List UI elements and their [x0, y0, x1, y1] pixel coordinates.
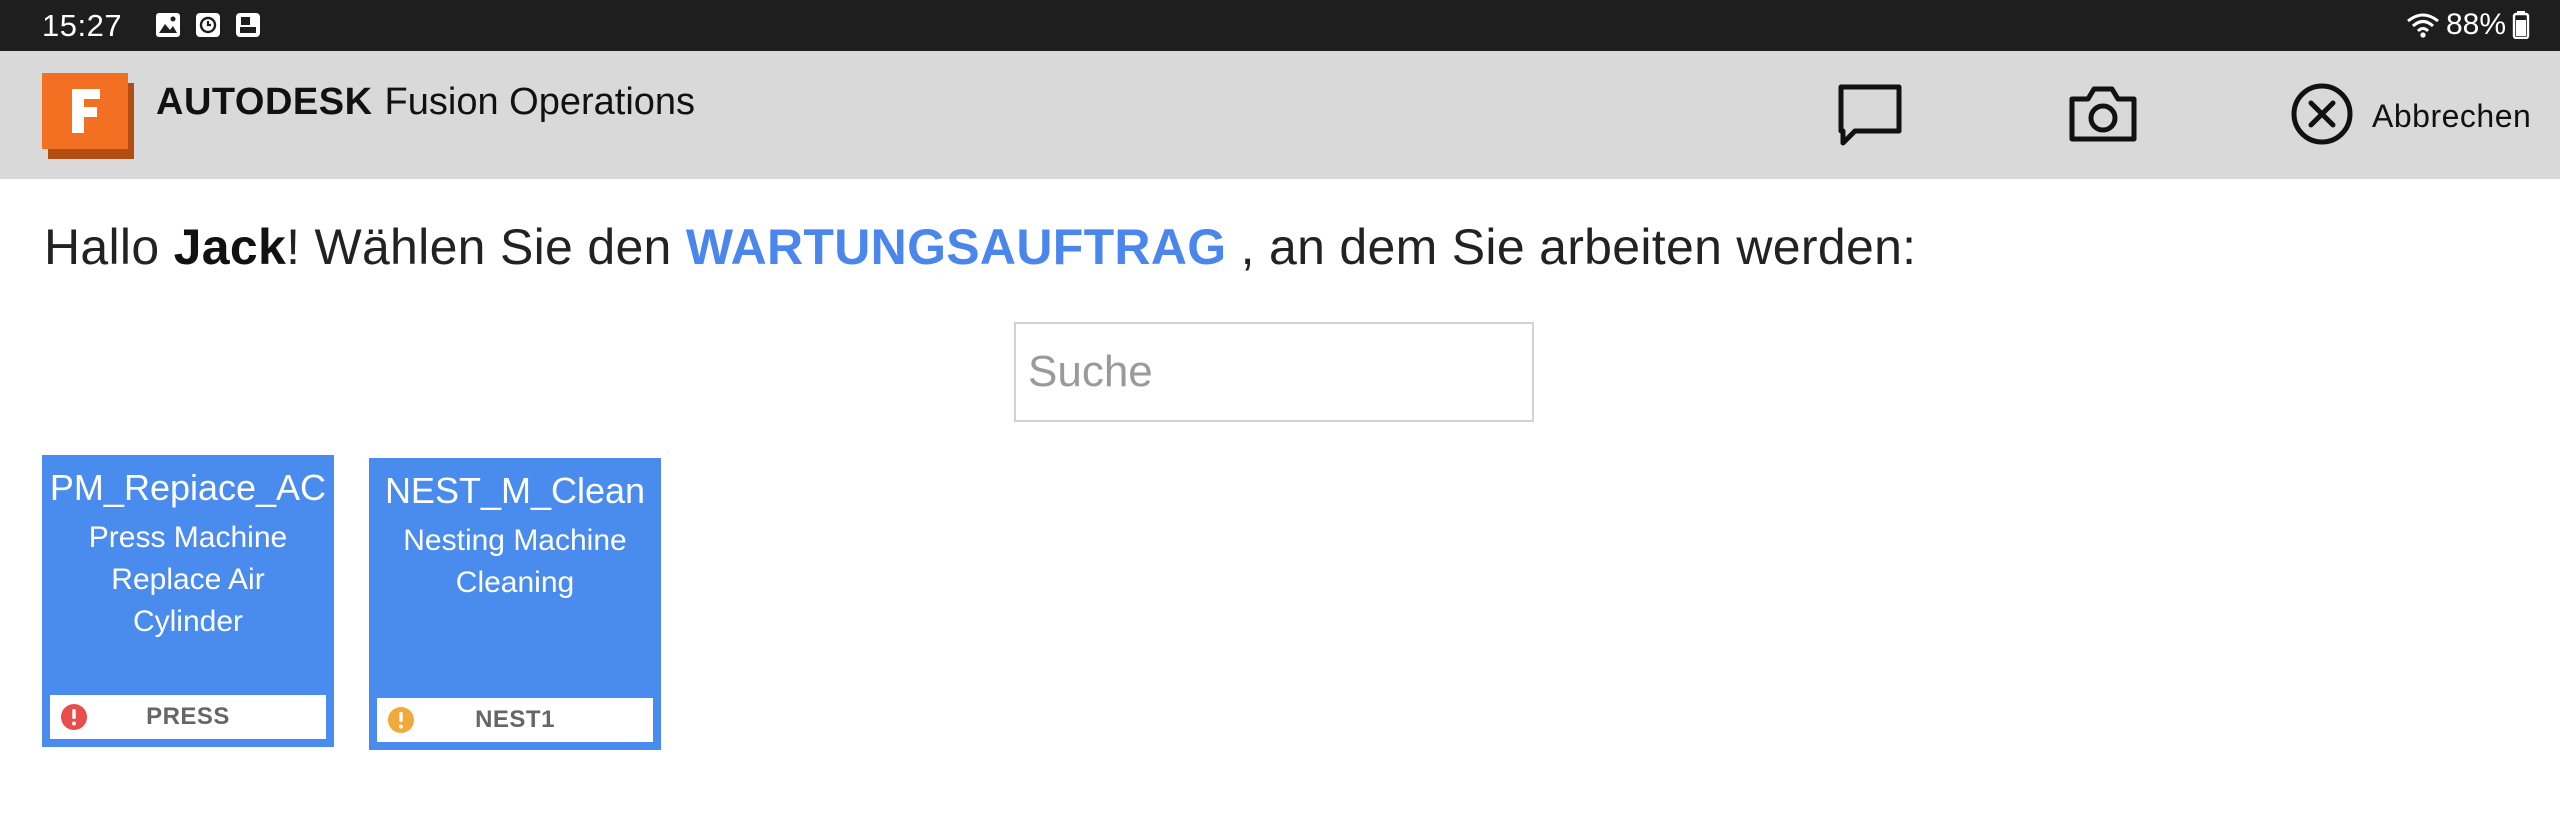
work-order-code: NEST_M_Clean	[384, 470, 646, 511]
clock-icon	[195, 12, 221, 38]
work-order-footer: NEST1	[377, 698, 653, 742]
greeting-user: Jack	[173, 219, 287, 275]
status-right: 88%	[2406, 8, 2530, 42]
fusion-logo-icon	[42, 73, 136, 159]
greeting-middle: ! Wählen Sie den	[286, 219, 686, 275]
battery-percent: 88%	[2445, 8, 2506, 41]
status-time: 15:27	[42, 8, 123, 43]
app-header: AUTODESK Fusion Operations Abbrechen	[0, 51, 2560, 179]
wifi-icon	[2406, 11, 2440, 39]
work-order-card[interactable]: PM_Repiace_AC Press Machine Replace Air …	[42, 455, 334, 747]
work-order-description: Press Machine Replace Air Cylinder	[88, 521, 288, 638]
work-order-footer: PRESS	[50, 695, 326, 739]
notification-icons	[155, 12, 261, 38]
screenshot-icon	[235, 12, 261, 38]
brand-autodesk: AUTODESK	[156, 81, 373, 123]
greeting-suffix: , an dem Sie arbeiten werden:	[1226, 219, 1917, 275]
cancel-label: Abbrechen	[2372, 97, 2532, 134]
work-order-card[interactable]: NEST_M_Clean Nesting Machine Cleaning NE…	[369, 458, 661, 750]
work-order-code: PM_Repiace_AC	[49, 467, 327, 508]
work-order-list: PM_Repiace_AC Press Machine Replace Air …	[0, 450, 2560, 816]
work-order-description: Nesting Machine Cleaning	[403, 524, 627, 599]
status-bar: 15:27 88%	[0, 0, 2560, 51]
search-input[interactable]	[1014, 322, 1534, 422]
cancel-button[interactable]: Abbrechen	[2290, 81, 2531, 151]
chat-bubble-icon	[1835, 81, 1905, 152]
alert-circle-icon	[387, 706, 415, 734]
work-order-station: NEST1	[475, 706, 555, 733]
brand-product: Fusion Operations	[384, 81, 696, 123]
message-button[interactable]	[1830, 76, 1910, 156]
greeting-hello: Hallo	[44, 219, 174, 275]
battery-icon	[2512, 11, 2530, 39]
alert-circle-icon	[60, 703, 88, 731]
greeting-keyword: WARTUNGSAUFTRAG	[685, 219, 1227, 275]
image-icon	[155, 12, 181, 38]
close-circle-icon	[2290, 82, 2354, 151]
page-title: Hallo Jack! Wählen Sie den WARTUNGSAUFTR…	[44, 218, 1916, 276]
work-order-station: PRESS	[146, 703, 230, 730]
camera-icon	[2068, 83, 2138, 150]
app-brand: AUTODESK Fusion Operations	[156, 81, 695, 131]
camera-button[interactable]	[2063, 76, 2143, 156]
